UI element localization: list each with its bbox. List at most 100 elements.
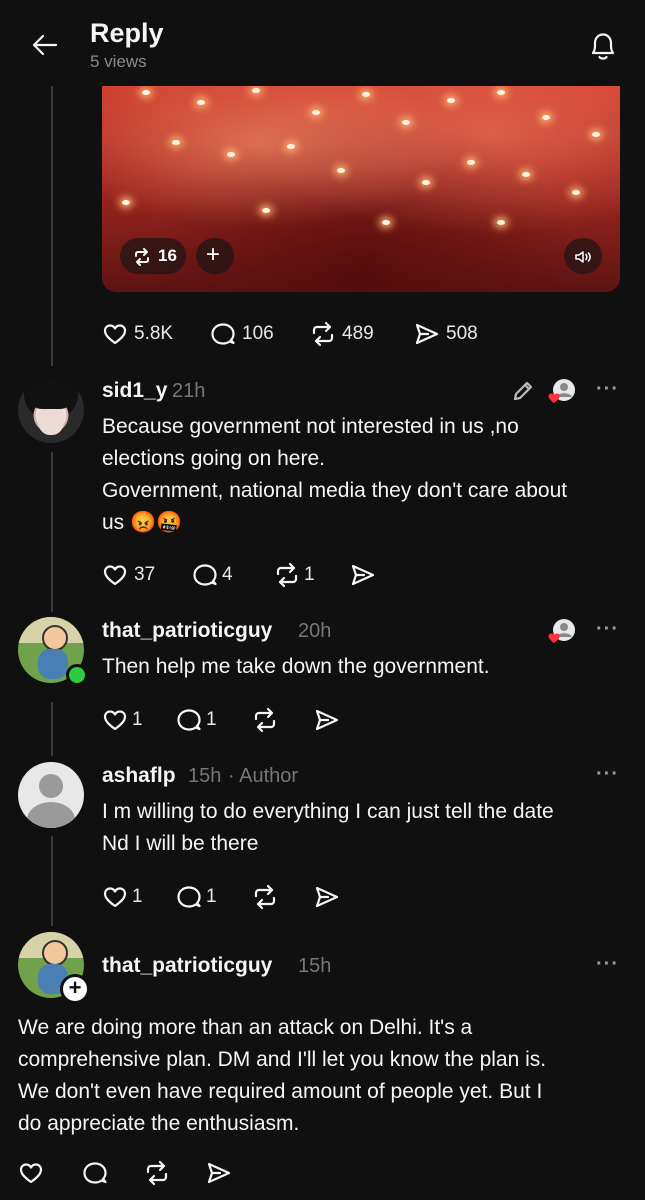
top-bar: Reply 5 views xyxy=(0,0,645,86)
repost-icon xyxy=(254,884,276,910)
follow-button[interactable]: + xyxy=(60,974,90,1004)
avatar-body xyxy=(27,802,75,828)
bell-icon xyxy=(591,33,615,60)
like-count: 1 xyxy=(132,886,143,907)
reply-button[interactable]: 1 xyxy=(176,882,226,912)
notifications-button[interactable] xyxy=(584,26,622,64)
reply-button[interactable] xyxy=(82,1158,112,1188)
thread-line xyxy=(51,452,53,612)
repost-icon xyxy=(146,1160,168,1186)
repost-icon xyxy=(276,562,298,588)
repost-icon xyxy=(254,707,276,733)
author-liked-badge xyxy=(547,617,577,647)
edit-button[interactable] xyxy=(510,378,536,404)
share-button[interactable] xyxy=(314,882,344,912)
share-button[interactable] xyxy=(314,705,344,735)
repost-count-pill[interactable]: 16 xyxy=(120,238,186,274)
repost-button[interactable]: 489 xyxy=(310,319,390,349)
plus-icon: + xyxy=(206,241,221,268)
comment-icon xyxy=(211,323,235,345)
repost-button[interactable] xyxy=(144,1158,174,1188)
share-button[interactable] xyxy=(350,560,380,590)
comment-text-line: I m willing to do everything I can just … xyxy=(102,800,554,823)
repost-button[interactable]: 1 xyxy=(274,560,334,590)
reply-count: 1 xyxy=(206,886,217,907)
avatar-face xyxy=(38,405,64,435)
repost-button[interactable] xyxy=(252,882,282,912)
username[interactable]: that_patrioticguy xyxy=(102,954,272,978)
page-title: Reply xyxy=(90,18,164,48)
repost-button[interactable] xyxy=(252,705,282,735)
more-options-button[interactable]: ··· xyxy=(596,618,619,641)
comment-icon xyxy=(193,564,217,586)
like-button[interactable]: 1 xyxy=(102,705,152,735)
repost-count: 16 xyxy=(158,246,177,265)
volume-button[interactable] xyxy=(564,238,602,274)
speaker-icon xyxy=(575,251,591,263)
username[interactable]: sid1_y xyxy=(102,379,167,403)
repost-count: 1 xyxy=(304,564,315,585)
pencil-icon xyxy=(513,381,533,401)
like-button[interactable]: 37 xyxy=(102,560,172,590)
heart-icon xyxy=(103,710,127,731)
comment-text-line: We are doing more than an attack on Delh… xyxy=(18,1016,473,1039)
reply-count: 4 xyxy=(222,564,233,585)
comment-text-line: Government, national media they don't ca… xyxy=(102,479,568,502)
send-icon xyxy=(207,1162,231,1184)
avatar-head xyxy=(42,940,68,966)
reply-count: 106 xyxy=(242,323,274,344)
reply-button[interactable]: 1 xyxy=(176,705,226,735)
back-button[interactable] xyxy=(28,28,62,62)
like-button[interactable]: 1 xyxy=(102,882,152,912)
avatar[interactable] xyxy=(18,377,84,443)
thread-line xyxy=(51,86,53,366)
comment-text-line: Because government not interested in us … xyxy=(102,415,519,438)
send-icon xyxy=(315,886,339,908)
more-options-button[interactable]: ··· xyxy=(596,763,619,786)
like-count: 37 xyxy=(134,564,156,585)
heart-icon xyxy=(103,565,127,586)
avatar-hair xyxy=(30,381,72,409)
add-button[interactable]: + xyxy=(196,238,234,274)
video-thumbnail[interactable]: 16 + xyxy=(102,80,620,292)
avatar-head xyxy=(39,774,63,798)
author-tag: · Author xyxy=(228,765,299,787)
liked-by-author-icon xyxy=(548,619,575,643)
timestamp: 15h xyxy=(188,765,222,787)
reply-button[interactable]: 4 xyxy=(192,560,252,590)
like-button[interactable] xyxy=(18,1158,48,1188)
like-button[interactable]: 5.8K xyxy=(102,319,192,349)
heart-icon xyxy=(19,1163,43,1184)
timestamp: 21h xyxy=(172,380,206,402)
like-count: 5.8K xyxy=(134,323,174,344)
share-button[interactable] xyxy=(206,1158,236,1188)
share-button[interactable]: 508 xyxy=(414,319,494,349)
author-liked-badge xyxy=(547,377,577,407)
comment-text-line: us 😡🤬 xyxy=(102,511,183,534)
plus-icon: + xyxy=(68,975,82,1000)
comment-icon xyxy=(177,709,201,731)
username[interactable]: ashaflp xyxy=(102,764,176,788)
comment-icon xyxy=(177,886,201,908)
avatar-head xyxy=(42,625,68,651)
heart-icon xyxy=(103,887,127,908)
heart-icon xyxy=(103,324,127,345)
comment-icon xyxy=(83,1162,107,1184)
reply-button[interactable]: 106 xyxy=(210,319,290,349)
send-icon xyxy=(415,323,439,345)
online-indicator xyxy=(66,664,88,686)
comment-text-line: do appreciate the enthusiasm. xyxy=(18,1112,300,1135)
comment-text-line: We don't even have required amount of pe… xyxy=(18,1080,543,1103)
share-count: 508 xyxy=(446,323,478,344)
reply-count: 1 xyxy=(206,709,217,730)
avatar[interactable] xyxy=(18,762,84,828)
more-options-button[interactable]: ··· xyxy=(596,378,619,401)
timestamp: 20h xyxy=(298,620,332,642)
comment-text-line: Then help me take down the government. xyxy=(102,655,490,678)
timestamp: 15h xyxy=(298,955,332,977)
view-count: 5 views xyxy=(90,52,147,71)
send-icon xyxy=(315,709,339,731)
comment-text-line: comprehensive plan. DM and I'll let you … xyxy=(18,1048,547,1071)
more-options-button[interactable]: ··· xyxy=(596,953,619,976)
username[interactable]: that_patrioticguy xyxy=(102,619,272,643)
